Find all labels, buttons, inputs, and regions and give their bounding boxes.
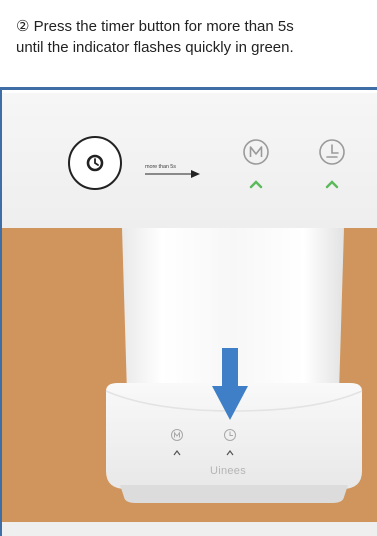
device-timer-button-icon <box>224 429 236 441</box>
instruction-line-2: until the indicator flashes quickly in g… <box>16 39 294 56</box>
device-indicator-icon <box>226 450 234 456</box>
brand-logo: Uinees <box>209 465 247 477</box>
device-indicator-icon <box>173 450 181 456</box>
device-mode-button-icon <box>171 429 183 441</box>
humidifier-device <box>105 228 363 503</box>
illustration-panel: more than 5s Uinees <box>2 93 377 536</box>
down-arrow-icon <box>212 348 248 420</box>
instruction-caption: ② Press the timer button for more than 5… <box>0 0 377 90</box>
instruction-line-1: ② Press the timer button for more than 5… <box>16 18 294 35</box>
